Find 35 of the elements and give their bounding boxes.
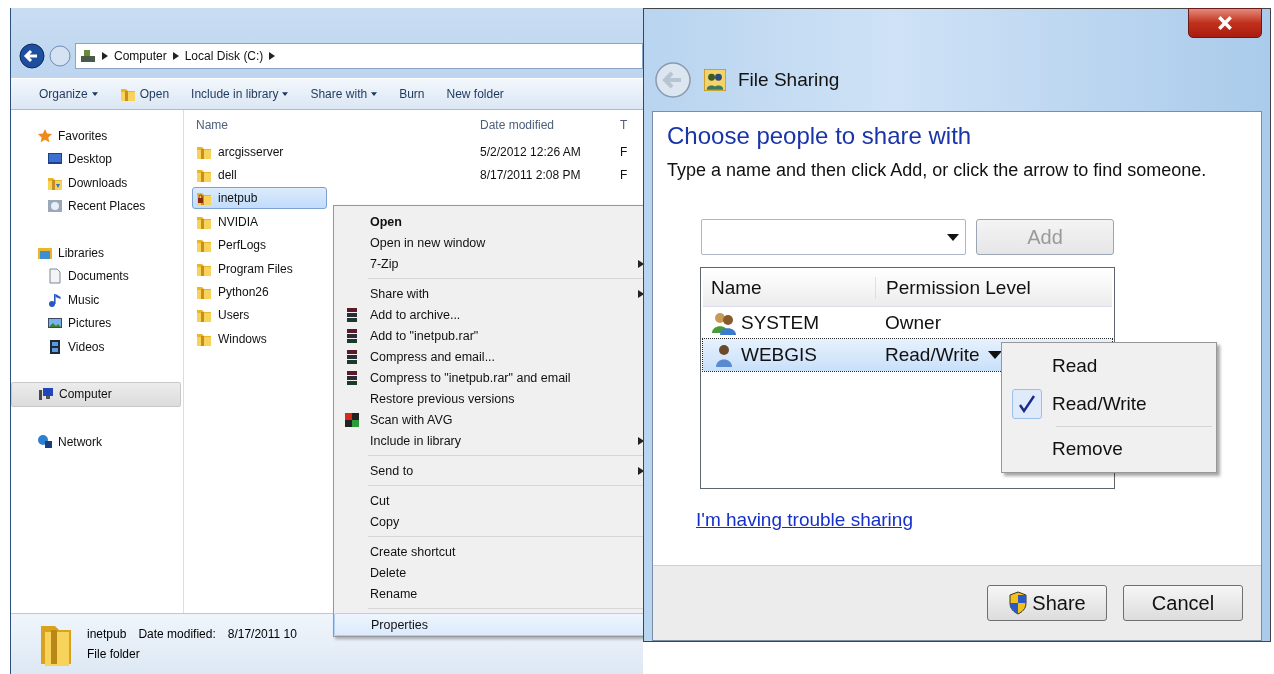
date-cell-text: 8/17/2011 2:08 PM xyxy=(480,168,582,183)
file-label: Windows xyxy=(218,331,267,346)
nav-label: Documents xyxy=(68,269,129,284)
user-name: WEBGIS xyxy=(741,344,817,366)
nav-label: Recent Places xyxy=(68,199,146,214)
file-label: dell xyxy=(218,168,237,183)
permission-level: Read/Write xyxy=(885,344,980,366)
nav-label: Favorites xyxy=(58,128,108,143)
date-cell-text: 5/2/2012 12:26 AM xyxy=(480,144,582,159)
nav-label: Music xyxy=(68,292,100,307)
file-label: Program Files xyxy=(218,261,293,276)
nav-label: Network xyxy=(58,434,102,449)
file-type: File folder xyxy=(87,647,141,661)
file-name: inetpub xyxy=(87,627,127,641)
file-label: Python26 xyxy=(218,285,269,300)
file-label: NVIDIA xyxy=(218,214,258,229)
file-label: arcgisserver xyxy=(218,144,284,159)
date-text: 8/17/2011 10 xyxy=(227,627,297,641)
file-label: Users xyxy=(218,308,250,323)
table-cell: F xyxy=(620,168,628,183)
permission-level: Owner xyxy=(885,312,941,334)
nav-label: Computer xyxy=(59,387,112,402)
field-label: Date modified: xyxy=(138,627,216,641)
table-cell: F xyxy=(620,144,628,159)
file-label: inetpub xyxy=(218,191,258,206)
dialog-heading: Choose people to share with xyxy=(667,122,973,150)
nav-label: Libraries xyxy=(58,245,105,260)
nav-label: Desktop xyxy=(68,152,113,167)
user-name: SYSTEM xyxy=(741,312,820,334)
nav-label: Pictures xyxy=(68,316,112,331)
nav-label: Downloads xyxy=(68,175,128,190)
file-label: PerfLogs xyxy=(218,238,267,253)
dialog-title: File Sharing xyxy=(738,69,840,91)
instruction-text: Type a name and then click Add, or click the arrow to find someone. xyxy=(667,160,1208,181)
nav-label: Videos xyxy=(68,339,105,354)
